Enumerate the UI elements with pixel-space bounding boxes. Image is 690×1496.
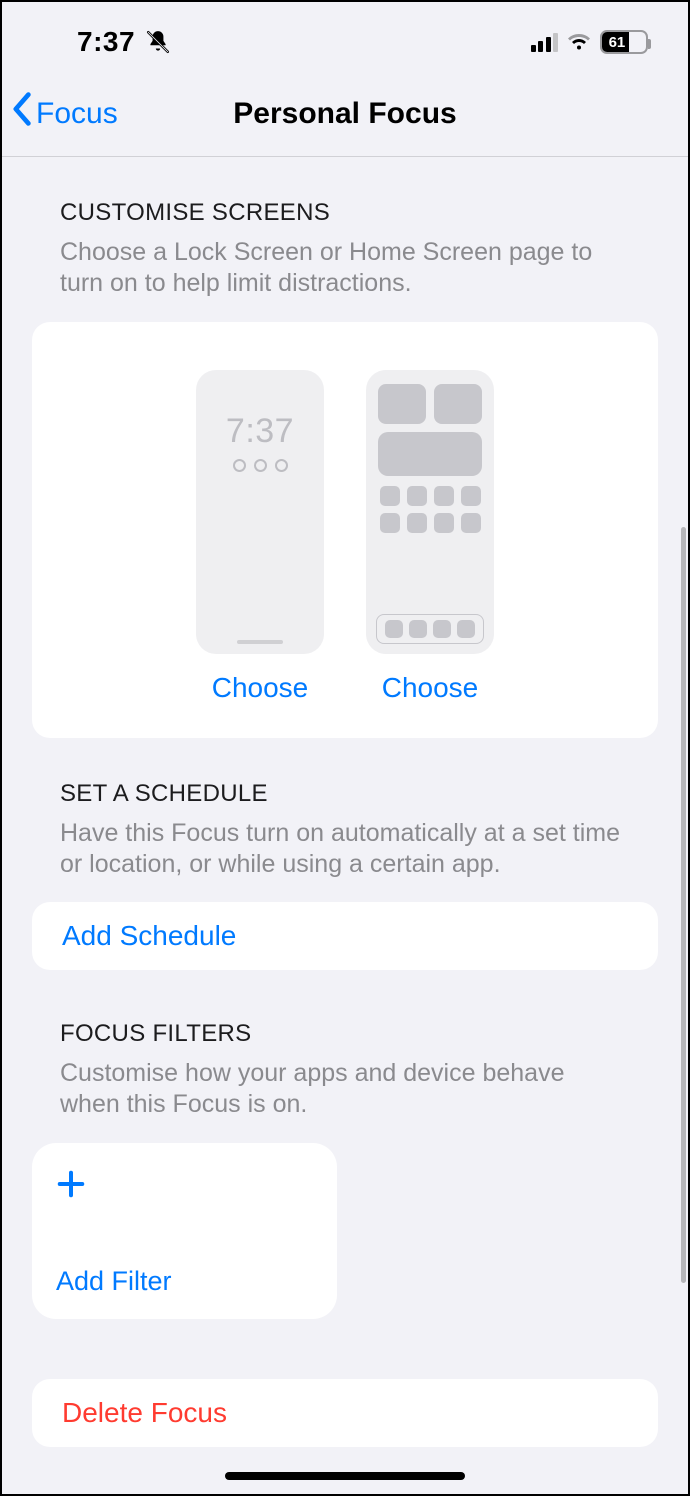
filters-label: FOCUS FILTERS [60, 1020, 630, 1048]
silent-mode-icon [145, 29, 171, 55]
customise-section-header: CUSTOMISE SCREENS Choose a Lock Screen o… [2, 157, 688, 300]
status-right: 61 [531, 30, 649, 54]
chevron-left-icon [12, 91, 34, 134]
choose-lock-screen-button[interactable]: Choose [212, 672, 309, 704]
cellular-signal-icon [531, 32, 559, 52]
status-bar: 7:37 61 [2, 2, 688, 72]
home-screen-column: Choose [366, 370, 494, 704]
screens-card: 7:37 Choose Choose [32, 322, 658, 738]
scroll-indicator[interactable] [681, 527, 686, 1283]
back-button[interactable]: Focus [12, 95, 118, 134]
delete-focus-label: Delete Focus [62, 1397, 227, 1428]
back-label: Focus [36, 97, 118, 131]
status-left: 7:37 [77, 26, 171, 58]
schedule-label: SET A SCHEDULE [60, 780, 630, 808]
schedule-section-header: SET A SCHEDULE Have this Focus turn on a… [2, 738, 688, 881]
customise-desc: Choose a Lock Screen or Home Screen page… [60, 237, 630, 300]
battery-icon: 61 [600, 30, 648, 54]
customise-label: CUSTOMISE SCREENS [60, 199, 630, 227]
navigation-bar: Focus Personal Focus [2, 72, 688, 157]
battery-level: 61 [602, 32, 629, 52]
wifi-icon [566, 32, 592, 52]
status-time: 7:37 [77, 26, 135, 58]
lock-screen-column: 7:37 Choose [196, 370, 324, 704]
delete-focus-button[interactable]: Delete Focus [32, 1379, 658, 1447]
choose-home-screen-button[interactable]: Choose [382, 672, 479, 704]
add-schedule-button[interactable]: Add Schedule [32, 902, 658, 970]
home-screen-preview[interactable] [366, 370, 494, 654]
schedule-desc: Have this Focus turn on automatically at… [60, 818, 630, 881]
add-filter-label: Add Filter [56, 1266, 313, 1297]
add-filter-button[interactable]: Add Filter [32, 1143, 337, 1319]
plus-icon [56, 1169, 86, 1199]
home-indicator[interactable] [225, 1472, 465, 1480]
lock-screen-widgets-icon [233, 459, 288, 472]
lock-screen-preview[interactable]: 7:37 [196, 370, 324, 654]
filters-section-header: FOCUS FILTERS Customise how your apps an… [2, 970, 688, 1121]
filters-desc: Customise how your apps and device behav… [60, 1058, 630, 1121]
add-schedule-label: Add Schedule [62, 920, 236, 951]
lock-screen-time: 7:37 [226, 412, 294, 451]
home-bar-icon [237, 640, 283, 644]
dock-icon [376, 614, 484, 644]
